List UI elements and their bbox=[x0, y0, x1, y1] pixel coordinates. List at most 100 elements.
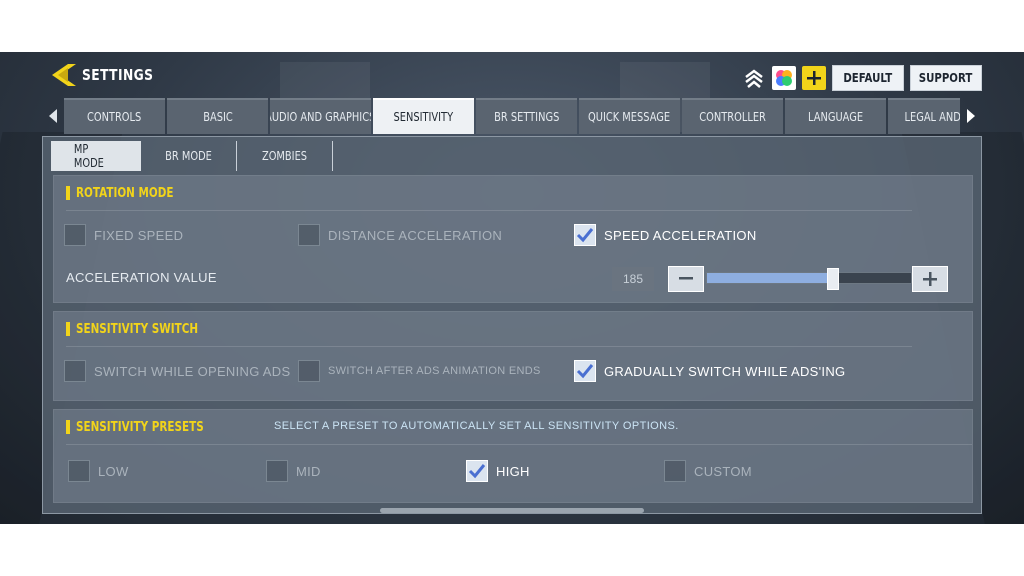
back-button[interactable] bbox=[50, 61, 78, 89]
option-label: MID bbox=[296, 463, 321, 479]
checkmark-icon bbox=[576, 364, 594, 379]
option-label: SPEED ACCELERATION bbox=[604, 227, 757, 243]
rank-button[interactable] bbox=[742, 66, 766, 90]
option-speed-acceleration[interactable]: SPEED ACCELERATION bbox=[574, 224, 757, 246]
tab-strip: CONTROLS BASIC AUDIO AND GRAPHICS SENSITIVI… bbox=[64, 98, 960, 134]
acceleration-slider[interactable] bbox=[706, 268, 912, 290]
option-mid[interactable]: MID bbox=[266, 460, 321, 482]
decrease-button[interactable] bbox=[668, 266, 704, 292]
tab-controls[interactable]: CONTROLS bbox=[64, 98, 165, 134]
tab-legal-and-pi[interactable]: LEGAL AND PI bbox=[888, 98, 960, 134]
mode-subtabs: MP MODE BR MODE ZOMBIES bbox=[51, 141, 333, 171]
divider bbox=[66, 346, 912, 347]
option-label: FIXED SPEED bbox=[94, 227, 184, 243]
option-switch-while-opening-ads[interactable]: SWITCH WHILE OPENING ADS bbox=[64, 360, 290, 382]
presets-description: SELECT A PRESET TO AUTOMATICALLY SET ALL… bbox=[274, 420, 679, 432]
default-button-label: DEFAULT bbox=[843, 71, 893, 85]
tab-label: LEGAL AND PI bbox=[904, 110, 960, 124]
checkbox[interactable] bbox=[298, 224, 320, 246]
tab-label: LANGUAGE bbox=[807, 110, 864, 124]
checkbox[interactable] bbox=[298, 360, 320, 382]
section-marker bbox=[66, 322, 70, 336]
tab-bar: CONTROLS BASIC AUDIO AND GRAPHICS SENSITIVI… bbox=[42, 98, 982, 134]
divider bbox=[66, 210, 912, 211]
color-button[interactable] bbox=[772, 66, 796, 90]
checkbox[interactable] bbox=[68, 460, 90, 482]
sensitivity-switch-section: SENSITIVITY SWITCH SWITCH WHILE OPENING … bbox=[53, 311, 973, 401]
tab-controller[interactable]: CONTROLLER bbox=[682, 98, 783, 134]
checkbox[interactable] bbox=[266, 460, 288, 482]
checkmark-icon bbox=[576, 228, 594, 243]
checkbox[interactable] bbox=[64, 360, 86, 382]
section-title: SENSITIVITY SWITCH bbox=[76, 321, 199, 337]
section-marker bbox=[66, 420, 70, 434]
section-header: SENSITIVITY PRESETS bbox=[66, 418, 236, 436]
option-high[interactable]: HIGH bbox=[466, 460, 530, 482]
support-button-label: SUPPORT bbox=[919, 71, 973, 85]
checkbox[interactable] bbox=[64, 224, 86, 246]
support-button[interactable]: SUPPORT bbox=[910, 65, 982, 91]
tab-sensitivity[interactable]: SENSITIVITY bbox=[373, 98, 474, 134]
divider bbox=[66, 444, 972, 445]
tab-label: CONTROLLER bbox=[699, 110, 766, 124]
header-right: DEFAULT SUPPORT bbox=[742, 64, 982, 92]
default-button[interactable]: DEFAULT bbox=[832, 65, 904, 91]
checkmark-icon bbox=[468, 464, 486, 479]
tab-scroll-right[interactable] bbox=[960, 98, 982, 134]
color-blob-icon bbox=[776, 70, 792, 86]
tab-label: QUICK MESSAGE bbox=[588, 110, 671, 124]
subtab-label: MP MODE bbox=[73, 142, 104, 170]
add-button[interactable] bbox=[802, 66, 826, 90]
checkbox[interactable] bbox=[574, 360, 596, 382]
option-custom[interactable]: CUSTOM bbox=[664, 460, 752, 482]
tab-label: CONTROLS bbox=[87, 110, 142, 124]
tab-quick-message[interactable]: QUICK MESSAGE bbox=[579, 98, 680, 134]
slider-thumb[interactable] bbox=[827, 268, 840, 290]
tab-basic[interactable]: BASIC bbox=[167, 98, 268, 134]
settings-panel: MP MODE BR MODE ZOMBIES ROTATION MODE FIXE… bbox=[42, 136, 982, 514]
plus-icon bbox=[923, 272, 937, 286]
section-marker bbox=[66, 186, 70, 200]
option-switch-after-ads-animation-ends[interactable]: SWITCH AFTER ADS ANIMATION ENDS bbox=[298, 360, 541, 382]
section-title: ROTATION MODE bbox=[76, 185, 174, 201]
acceleration-label: ACCELERATION VALUE bbox=[66, 270, 217, 285]
checkbox[interactable] bbox=[466, 460, 488, 482]
tab-language[interactable]: LANGUAGE bbox=[785, 98, 886, 134]
sensitivity-presets-section: SENSITIVITY PRESETS SELECT A PRESET TO A… bbox=[53, 409, 973, 503]
subtab-label: BR MODE bbox=[165, 149, 212, 163]
chevron-left-icon bbox=[49, 109, 57, 123]
subtab-br-mode[interactable]: BR MODE bbox=[141, 141, 237, 171]
option-low[interactable]: LOW bbox=[68, 460, 129, 482]
tab-label: BR SETTINGS bbox=[493, 110, 560, 124]
option-fixed-speed[interactable]: FIXED SPEED bbox=[64, 224, 183, 246]
subtab-label: ZOMBIES bbox=[261, 149, 308, 163]
panel-scrollbar[interactable] bbox=[380, 508, 644, 513]
subtab-mp-mode[interactable]: MP MODE bbox=[51, 141, 141, 171]
tab-audio-and-graphics[interactable]: AUDIO AND GRAPHICS bbox=[270, 98, 371, 134]
page-title: SETTINGS bbox=[82, 66, 154, 84]
option-distance-acceleration[interactable]: DISTANCE ACCELERATION bbox=[298, 224, 502, 246]
option-label: CUSTOM bbox=[694, 463, 752, 479]
header-left: SETTINGS bbox=[50, 60, 169, 90]
tab-scroll-left[interactable] bbox=[42, 98, 64, 134]
section-header: ROTATION MODE bbox=[66, 184, 198, 202]
back-chevron-icon bbox=[52, 64, 76, 86]
acceleration-value-field[interactable]: 185 bbox=[612, 267, 654, 291]
tab-br-settings[interactable]: BR SETTINGS bbox=[476, 98, 577, 134]
subtab-zombies[interactable]: ZOMBIES bbox=[237, 141, 333, 171]
slider-fill bbox=[707, 273, 834, 283]
option-label: SWITCH WHILE OPENING ADS bbox=[94, 363, 291, 379]
game-screen: SETTINGS DEFAULT SUPPORT CONTROLS BASIC … bbox=[0, 52, 1024, 524]
increase-button[interactable] bbox=[912, 266, 948, 292]
tab-label: SENSITIVITY bbox=[393, 110, 454, 124]
option-gradually-switch-while-ads-ing[interactable]: GRADUALLY SWITCH WHILE ADS'ING bbox=[574, 360, 845, 382]
section-header: SENSITIVITY SWITCH bbox=[66, 320, 229, 338]
section-title: SENSITIVITY PRESETS bbox=[76, 419, 204, 435]
checkbox[interactable] bbox=[664, 460, 686, 482]
chevron-right-icon bbox=[967, 109, 975, 123]
minus-icon bbox=[679, 277, 693, 280]
checkbox[interactable] bbox=[574, 224, 596, 246]
option-label: GRADUALLY SWITCH WHILE ADS'ING bbox=[604, 363, 846, 379]
tab-label: AUDIO AND GRAPHICS bbox=[270, 110, 371, 124]
tab-label: BASIC bbox=[202, 110, 233, 124]
